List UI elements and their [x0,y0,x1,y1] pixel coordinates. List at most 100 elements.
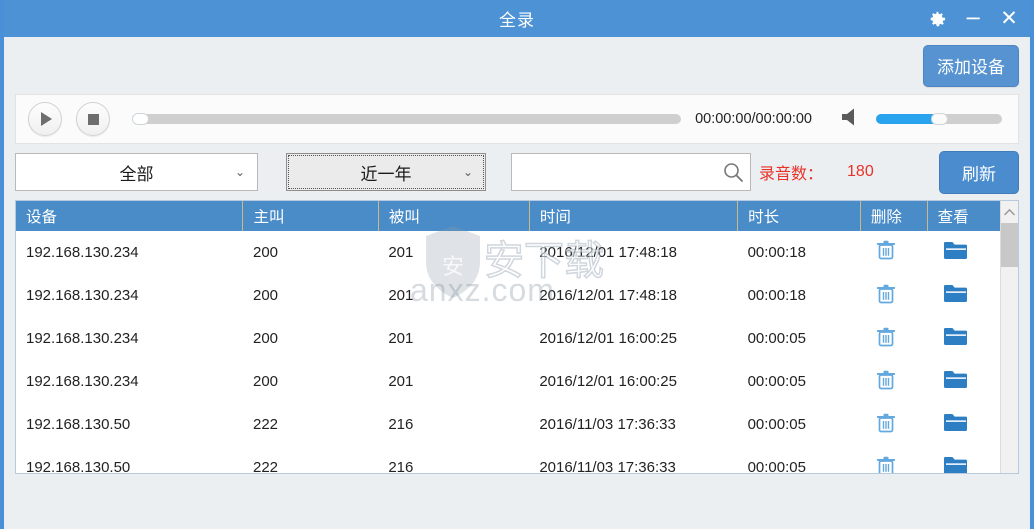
volume-slider[interactable] [876,113,1002,125]
date-range-select[interactable]: 近一年 ⌄ [286,153,486,191]
cell-device: 192.168.130.234 [26,373,139,390]
volume-handle[interactable] [931,113,949,125]
recordings-table-area: 设备 主叫 被叫 时间 时长 删除 查看 192.168.130.234 200… [15,200,1019,474]
volume-fill [876,114,939,124]
table-body: 192.168.130.234 200 201 2016/12/01 17:48… [16,231,1000,474]
table-scrollbar[interactable] [1000,201,1018,473]
window-controls: − ✕ [926,0,1020,37]
playback-progress-handle[interactable] [132,113,149,125]
column-header-device[interactable]: 设备 [16,201,244,231]
play-button[interactable] [28,102,62,136]
play-icon [41,112,52,126]
table-row[interactable]: 192.168.130.234 200 201 2016/12/01 16:00… [16,360,1000,403]
filter-toolbar: 全部 ⌄ 近一年 ⌄ 录音数： 180 刷新 [15,144,1019,200]
folder-icon-svg [944,328,968,345]
close-icon[interactable]: ✕ [998,8,1020,30]
gear-icon-svg [930,11,946,26]
cell-callee: 201 [388,287,414,304]
cell-time: 2016/12/01 17:48:18 [539,243,677,261]
column-header-delete[interactable]: 删除 [860,201,928,231]
scrollbar-thumb[interactable] [1001,223,1018,267]
add-device-button[interactable]: 添加设备 [923,44,1019,87]
playback-progress-slider[interactable] [132,113,682,125]
trash-icon[interactable] [876,369,896,391]
cell-view [927,274,1000,317]
cell-duration: 00:00:05 [747,416,806,433]
audio-player-panel: 00:00:00/00:00:00 [15,94,1019,144]
column-header-callee[interactable]: 被叫 [378,201,530,231]
cell-duration: 00:00:05 [747,330,806,347]
trash-icon[interactable] [876,239,896,261]
playback-time-label: 00:00:00/00:00:00 [695,111,812,127]
window-title: 全录 [499,11,535,30]
device-filter-value: 全部 [119,164,154,184]
cell-time: 2016/12/01 16:00:25 [539,373,677,390]
search-box[interactable] [511,153,751,191]
cell-delete [860,446,927,473]
cell-caller: 200 [252,243,279,261]
scrollbar-track[interactable] [1001,267,1018,473]
column-header-time[interactable]: 时间 [529,201,739,231]
column-header-view[interactable]: 查看 [927,201,1000,231]
scroll-up-button[interactable] [1001,201,1018,223]
trash-icon[interactable] [876,326,896,348]
cell-time: 2016/11/03 17:36:33 [539,459,676,474]
cell-delete [860,403,927,446]
stop-icon [87,113,99,125]
cell-delete [860,231,927,274]
trash-icon[interactable] [876,455,896,473]
trash-icon-svg [877,284,896,303]
close-glyph: ✕ [1000,6,1018,30]
cell-delete [860,274,927,317]
stop-button[interactable] [76,102,110,136]
cell-callee: 201 [388,330,414,347]
folder-icon[interactable] [943,326,969,347]
speaker-icon[interactable] [840,106,866,133]
cell-view [927,403,1000,446]
cell-device: 192.168.130.234 [26,287,139,304]
refresh-button[interactable]: 刷新 [939,150,1019,194]
chevron-down-icon: ⌄ [234,165,245,179]
minimize-glyph: − [964,6,982,30]
column-header-caller[interactable]: 主叫 [242,201,379,231]
speaker-icon-svg [842,108,854,125]
folder-icon[interactable] [943,455,969,473]
cell-view [927,231,1000,274]
folder-icon-svg [944,457,968,473]
table-row[interactable]: 192.168.130.234 200 201 2016/12/01 17:48… [16,231,1000,274]
top-toolbar: 添加设备 [4,37,1030,94]
folder-icon[interactable] [943,240,969,261]
chevron-down-icon: ⌄ [462,165,473,179]
table-head: 设备 主叫 被叫 时间 时长 删除 查看 [16,201,1000,231]
table-row[interactable]: 192.168.130.50 222 216 2016/11/03 17:36:… [16,446,1000,474]
table-row[interactable]: 192.168.130.234 200 201 2016/12/01 16:00… [16,317,1000,360]
minimize-icon[interactable]: − [962,8,984,30]
cell-device: 192.168.130.50 [26,416,131,433]
trash-icon[interactable] [876,283,896,305]
table-row[interactable]: 192.168.130.234 200 201 2016/12/01 17:48… [16,274,1000,317]
folder-icon[interactable] [943,369,969,390]
folder-icon[interactable] [943,283,969,304]
cell-device: 192.168.130.50 [26,459,131,474]
date-range-value: 近一年 [360,164,412,184]
device-filter-select[interactable]: 全部 ⌄ [15,153,258,191]
cell-duration: 00:00:18 [747,243,806,261]
cell-time: 2016/11/03 17:36:33 [539,416,676,433]
cell-duration: 00:00:05 [747,373,806,390]
folder-icon-svg [944,285,968,302]
cell-device: 192.168.130.234 [26,330,139,347]
recordings-table-wrapper: 设备 主叫 被叫 时间 时长 删除 查看 192.168.130.234 200… [16,201,1000,473]
cell-duration: 00:00:05 [747,459,806,474]
folder-icon-svg [944,371,968,388]
search-input[interactable] [512,154,750,190]
cell-delete [860,317,927,360]
search-icon[interactable] [722,161,744,183]
table-row[interactable]: 192.168.130.50 222 216 2016/11/03 17:36:… [16,403,1000,446]
folder-icon[interactable] [943,412,969,433]
settings-gear-icon[interactable] [926,8,948,30]
trash-icon[interactable] [876,412,896,434]
trash-icon-svg [877,456,896,473]
trash-icon-svg [877,370,896,389]
record-count-label: 录音数： [759,166,824,183]
column-header-duration[interactable]: 时长 [737,201,861,231]
